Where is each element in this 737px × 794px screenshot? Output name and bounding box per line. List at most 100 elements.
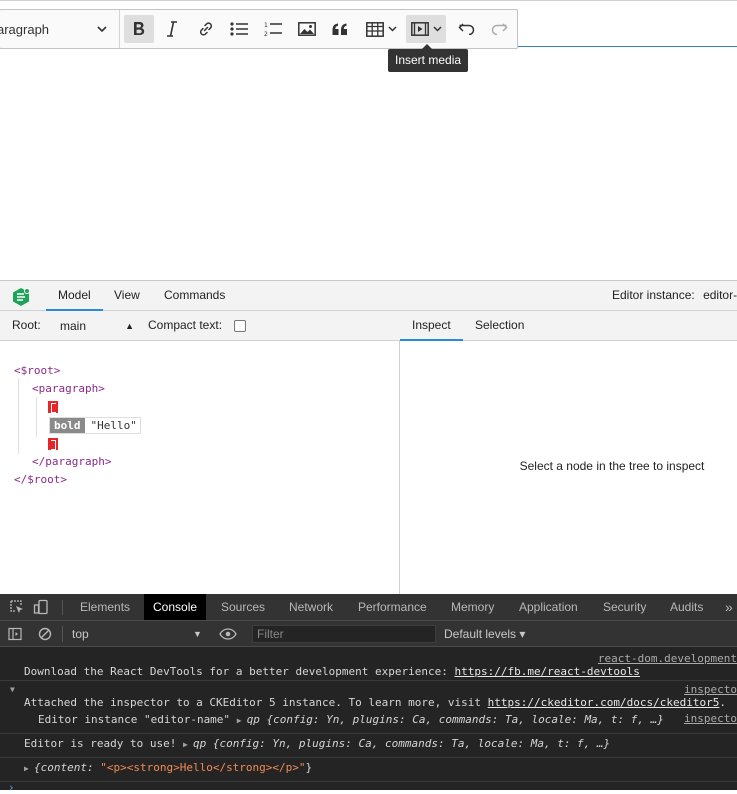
- ckeditor-inspector: Model View Commands Editor instance: edi…: [0, 280, 737, 595]
- context-select[interactable]: top: [72, 621, 89, 647]
- tree-node-root-open[interactable]: <$root>: [14, 363, 60, 379]
- group-expanded-icon[interactable]: ▼: [10, 683, 20, 697]
- object-preview[interactable]: qp {config: Yn, plugins: Ca, commands: T…: [193, 737, 610, 750]
- undo-icon: [457, 23, 474, 35]
- text-attribute-badge: bold: [50, 418, 85, 433]
- clear-console-icon[interactable]: [38, 627, 52, 641]
- bulleted-list-button[interactable]: [224, 15, 254, 43]
- editor-area[interactable]: aragraph 12 Insert media: [0, 0, 737, 280]
- redo-icon: [491, 23, 508, 35]
- message-source-link[interactable]: inspecto: [684, 712, 737, 726]
- editor-toolbar: aragraph 12: [0, 9, 518, 49]
- object-end: }: [305, 761, 313, 774]
- message-separator: [0, 680, 737, 681]
- sidebar-toggle-icon[interactable]: [8, 627, 22, 641]
- heading-dropdown-label: aragraph: [0, 21, 50, 37]
- message-source-link[interactable]: react-dom.development: [598, 652, 737, 666]
- heading-dropdown[interactable]: aragraph: [0, 10, 120, 48]
- object-key: {content:: [34, 761, 101, 774]
- message-text: Editor is ready to use!: [24, 737, 183, 750]
- toolbar-divider: [62, 626, 63, 642]
- console-message: Editor is ready to use! ▶ qp {config: Yn,…: [0, 736, 737, 756]
- tab-audits[interactable]: Audits: [670, 594, 703, 620]
- inspector-tabs: Model View Commands Editor instance: edi…: [0, 281, 737, 311]
- undo-button[interactable]: [451, 15, 481, 43]
- bulleted-list-icon: [230, 22, 248, 36]
- tab-performance[interactable]: Performance: [358, 594, 427, 620]
- editor-instance-label: Editor instance:: [612, 288, 695, 302]
- italic-button[interactable]: [157, 15, 187, 43]
- console-message: react-dom.development Download the React…: [0, 652, 737, 680]
- link-button[interactable]: [191, 15, 221, 43]
- message-source-link[interactable]: inspecto: [684, 683, 737, 697]
- console-group-message: ▼ inspecto Attached the inspector to a C…: [0, 683, 737, 711]
- tab-model[interactable]: Model: [46, 281, 103, 311]
- tree-node-root-close[interactable]: </$root>: [14, 472, 67, 488]
- tab-inspect[interactable]: Inspect: [400, 311, 463, 341]
- react-devtools-link[interactable]: https://fb.me/react-devtools: [454, 665, 639, 678]
- tree-node-paragraph-open[interactable]: <paragraph>: [32, 381, 105, 397]
- root-select[interactable]: main ▲: [60, 317, 134, 335]
- tab-security[interactable]: Security: [603, 594, 646, 620]
- tree-node-paragraph-close[interactable]: </paragraph>: [32, 454, 111, 470]
- chevron-down-icon: [432, 26, 442, 32]
- message-separator: [0, 733, 737, 734]
- tab-commands[interactable]: Commands: [164, 281, 225, 311]
- selection-end-marker: [48, 436, 58, 452]
- object-string-value: "<p><strong>Hello</strong></p>": [100, 761, 306, 774]
- tab-console[interactable]: Console: [144, 594, 207, 620]
- eye-icon[interactable]: [219, 627, 237, 641]
- expand-object-icon[interactable]: ▶: [183, 738, 193, 752]
- tree-text-node[interactable]: bold "Hello": [49, 417, 141, 434]
- context-dropdown-arrow-icon: ▼: [193, 629, 202, 639]
- ckeditor-docs-link[interactable]: https://ckeditor.com/docs/ckeditor5: [488, 696, 720, 709]
- italic-icon: [167, 21, 177, 37]
- bold-icon: [134, 22, 145, 35]
- numbered-list-icon: 12: [264, 22, 282, 37]
- log-levels-dropdown[interactable]: Default levels ▾: [444, 621, 525, 647]
- insert-table-button[interactable]: [361, 15, 401, 43]
- tab-application[interactable]: Application: [519, 594, 578, 620]
- chevron-down-icon: [97, 25, 107, 32]
- block-quote-button[interactable]: [325, 15, 355, 43]
- message-separator: [0, 781, 737, 782]
- text-node-value: "Hello": [90, 419, 137, 432]
- message-text: Editor instance "editor-name": [38, 713, 237, 726]
- compact-text-checkbox[interactable]: [234, 320, 246, 332]
- message-text: Attached the inspector to a CKEditor 5 i…: [24, 696, 488, 709]
- insert-image-button[interactable]: [292, 15, 322, 43]
- model-tree: <$root> <paragraph> bold "Hello" </paragr…: [0, 341, 400, 595]
- console-filter-input[interactable]: Filter: [252, 625, 436, 643]
- tab-memory[interactable]: Memory: [451, 594, 494, 620]
- tab-sources[interactable]: Sources: [221, 594, 265, 620]
- numbered-list-button[interactable]: 12: [258, 15, 288, 43]
- expand-object-icon[interactable]: ▶: [24, 762, 34, 776]
- device-toolbar-icon[interactable]: [33, 599, 49, 615]
- tab-network[interactable]: Network: [289, 594, 333, 620]
- more-tabs-button[interactable]: »: [725, 594, 733, 620]
- message-separator: [0, 757, 737, 758]
- image-icon: [298, 22, 316, 36]
- tab-elements[interactable]: Elements: [80, 594, 130, 620]
- bold-button[interactable]: [124, 15, 154, 43]
- object-preview[interactable]: qp {config: Yn, plugins: Ca, commands: T…: [247, 713, 664, 726]
- root-label: Root:: [12, 318, 41, 332]
- devtools-tabs: Elements Console Sources Network Perform…: [0, 594, 737, 621]
- tree-guide: [18, 378, 19, 454]
- tooltip: Insert media: [388, 44, 469, 72]
- console-message: inspecto Editor instance "editor-name" ▶…: [0, 712, 737, 732]
- console-message: ▶ {content: "<p><strong>Hello</strong></p…: [0, 760, 737, 780]
- tab-view[interactable]: View: [114, 281, 140, 311]
- expand-object-icon[interactable]: ▶: [237, 714, 247, 728]
- inspect-element-icon[interactable]: [9, 599, 25, 615]
- redo-button[interactable]: [484, 15, 514, 43]
- root-select-value: main: [60, 319, 87, 333]
- insert-media-button[interactable]: [406, 15, 446, 43]
- editor-instance-selector[interactable]: Editor instance: editor-: [612, 281, 737, 311]
- message-tail: .: [719, 696, 727, 709]
- tab-selection[interactable]: Selection: [475, 311, 524, 341]
- console-prompt-icon[interactable]: ›: [8, 781, 15, 794]
- editor-top-border: [0, 0, 737, 1]
- console-messages: react-dom.development Download the React…: [0, 647, 737, 794]
- ckeditor-logo-icon: [13, 288, 30, 306]
